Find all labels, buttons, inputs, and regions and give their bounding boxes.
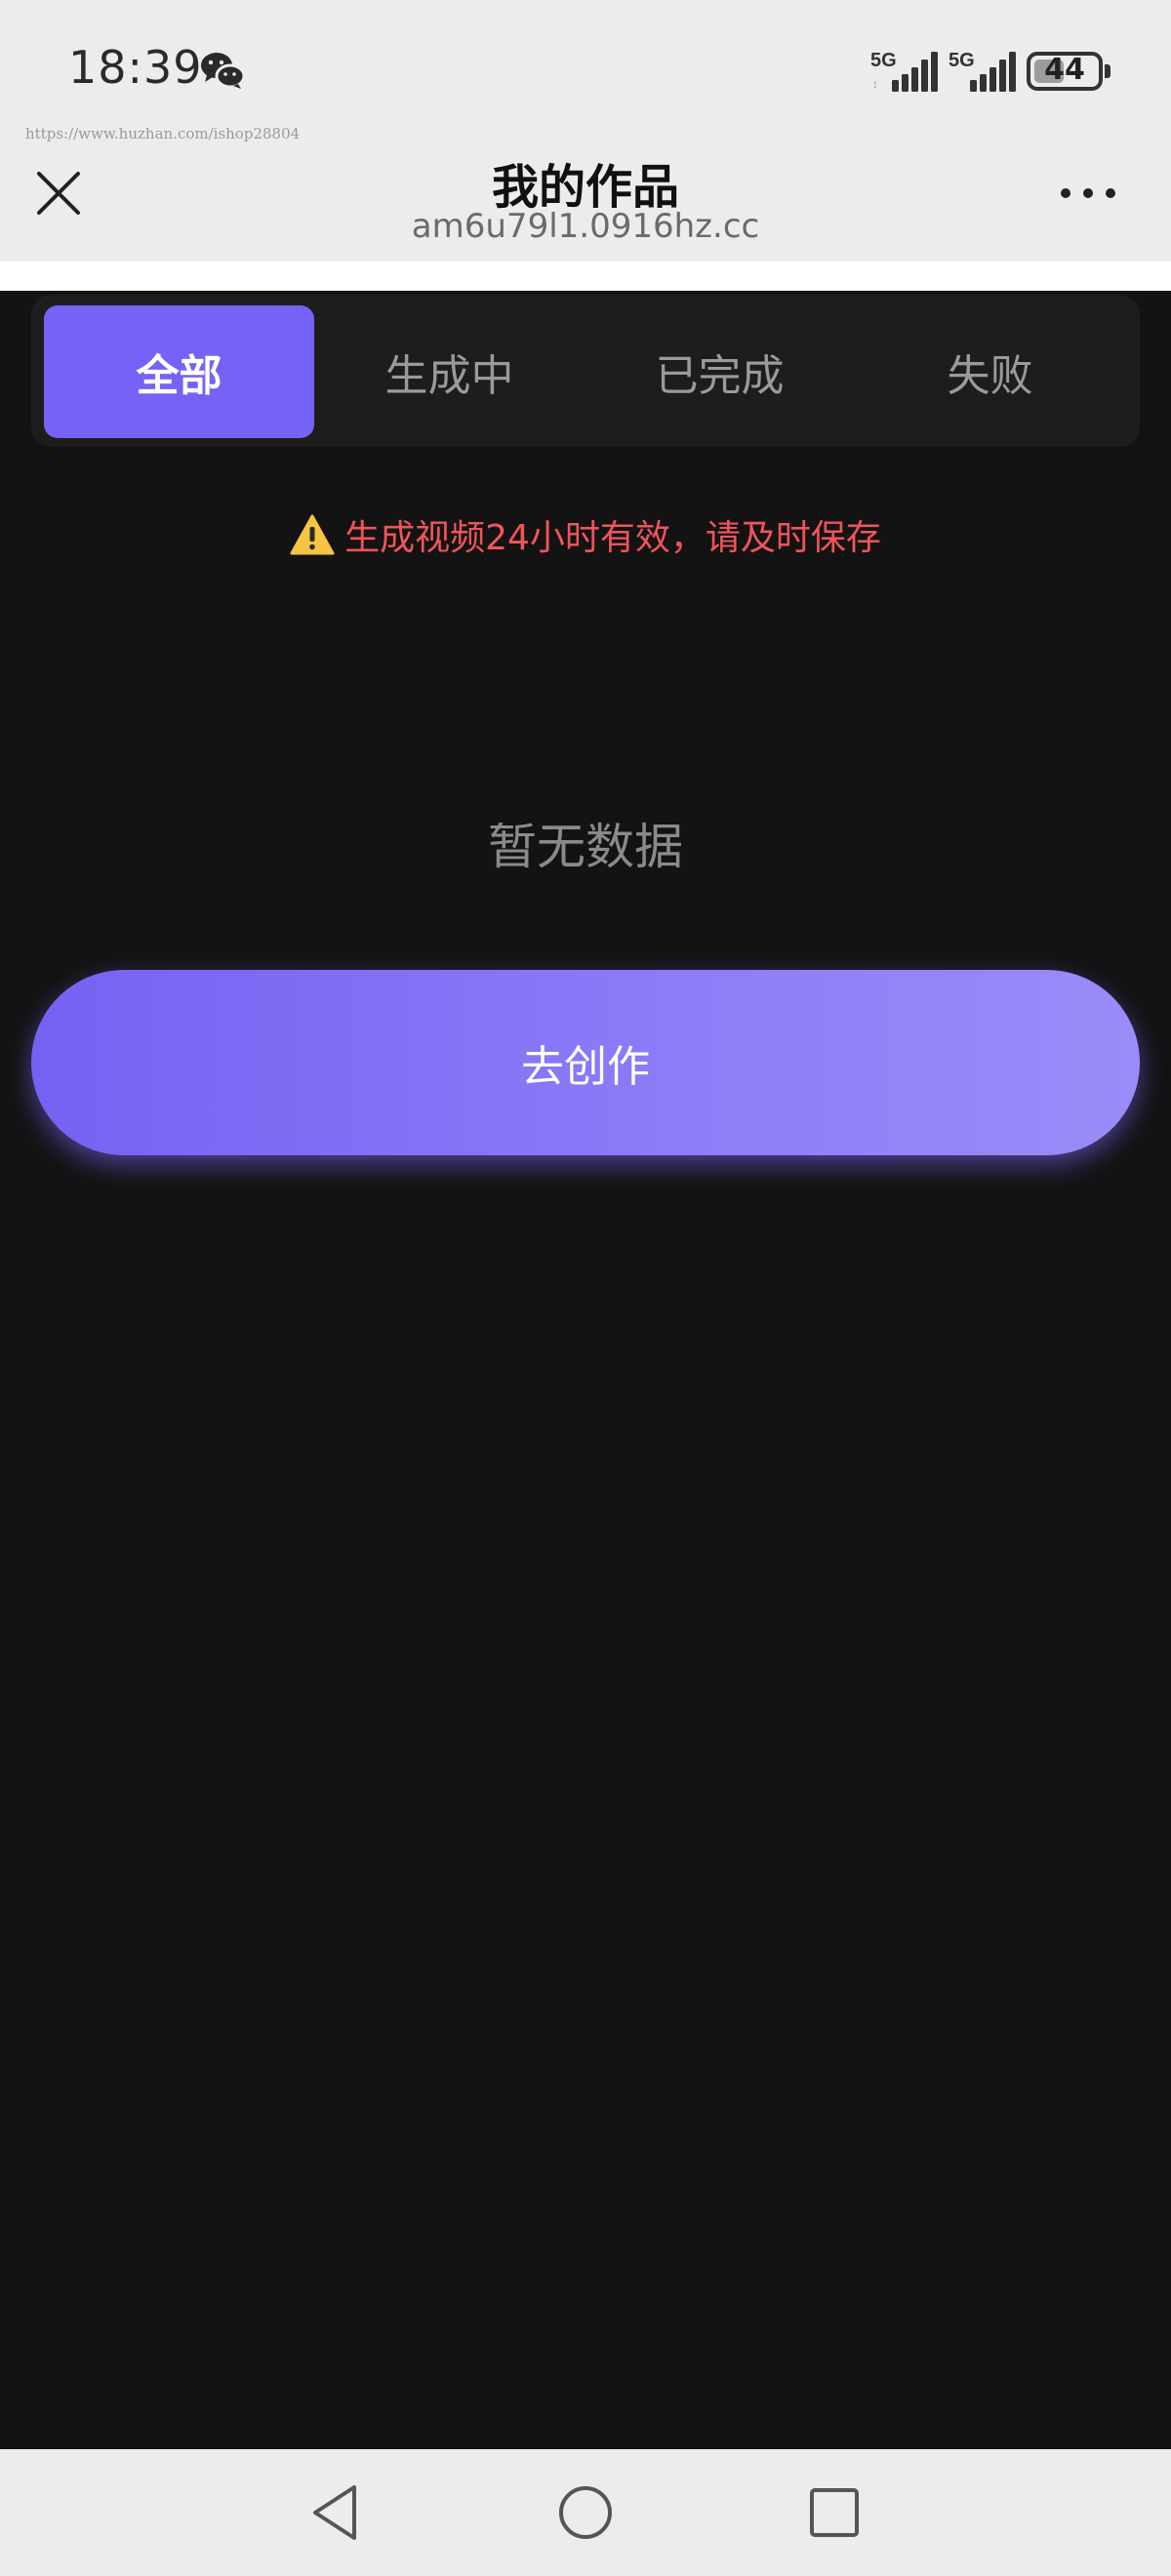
tab-generating[interactable]: 生成中 [314,305,585,438]
warning-icon [290,514,335,555]
url-watermark: https://www.huzhan.com/ishop28804 [25,125,301,142]
system-nav-bar [0,2449,1171,2576]
svg-text:↕: ↕ [872,77,878,91]
main-content: 全部 生成中 已完成 失败 生成视频24小时有效，请及时保存 暂无数据 去创作 [0,291,1171,2449]
divider [0,262,1171,291]
close-icon[interactable] [29,164,88,222]
signal-icon: 5G ↕ [870,50,938,92]
status-bar: 18:39 https://www.huzhan.com/ishop28804 … [0,0,1171,146]
nav-bar: 我的作品 am6u79l1.0916hz.cc [0,146,1171,262]
tab-completed[interactable]: 已完成 [585,305,855,438]
filter-tabs: 全部 生成中 已完成 失败 [31,295,1140,447]
page-url: am6u79l1.0916hz.cc [411,207,760,246]
back-icon[interactable] [305,2481,368,2544]
battery-level: 44 [1044,53,1085,87]
battery-icon: 44 [1027,52,1110,91]
signal-icon: 5G [949,50,1016,92]
notice-text: 生成视频24小时有效，请及时保存 [344,518,881,558]
expiry-notice: 生成视频24小时有效，请及时保存 [0,507,1171,562]
home-icon[interactable] [554,2481,617,2544]
more-icon[interactable] [1054,174,1122,213]
create-button[interactable]: 去创作 [31,970,1140,1155]
wechat-icon [201,53,246,89]
empty-state-text: 暂无数据 [488,819,683,875]
network-label: 5G [949,50,975,71]
tab-failed[interactable]: 失败 [855,305,1125,438]
tab-all[interactable]: 全部 [44,305,314,438]
network-label: 5G [870,50,897,71]
status-time: 18:39 [68,41,203,94]
recents-icon[interactable] [803,2481,866,2544]
